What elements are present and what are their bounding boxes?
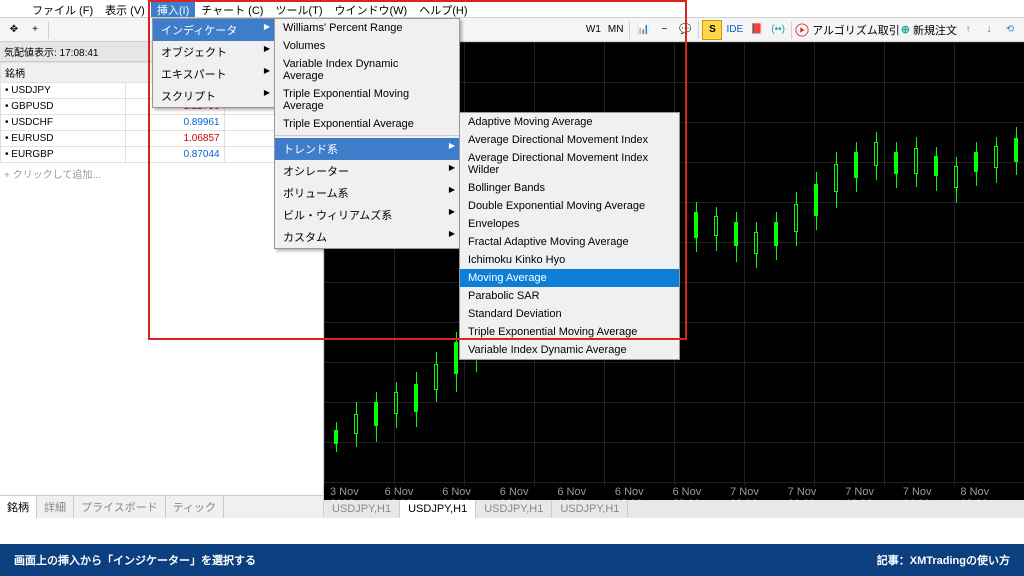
menu-item[interactable]: Standard Deviation bbox=[460, 305, 679, 323]
indicators-submenu[interactable]: Williams' Percent RangeVolumesVariable I… bbox=[274, 18, 460, 249]
menu-item[interactable]: スクリプト bbox=[153, 85, 274, 107]
menu-item[interactable]: Ichimoku Kinko Hyo bbox=[460, 251, 679, 269]
menu-item[interactable]: Triple Exponential Moving Average bbox=[275, 85, 459, 115]
menu-item[interactable]: Moving Average bbox=[460, 269, 679, 287]
menu-item[interactable]: チャート (C) bbox=[195, 0, 269, 17]
insert-menu[interactable]: インディケータオブジェクトエキスパートスクリプト bbox=[152, 18, 275, 108]
ide-button[interactable]: IDE bbox=[723, 24, 746, 35]
x-label: 7 Nov 06:00 bbox=[788, 486, 846, 500]
left-tab[interactable]: 銘柄 bbox=[0, 496, 37, 518]
menu-item[interactable]: Parabolic SAR bbox=[460, 287, 679, 305]
x-label: 6 Nov 10:00 bbox=[500, 486, 558, 500]
footer-right: 記事：XMTradingの使い方 bbox=[877, 552, 1010, 568]
play-icon bbox=[795, 23, 809, 37]
menu-item[interactable]: ヘルプ(H) bbox=[413, 0, 473, 17]
trend-submenu[interactable]: Adaptive Moving AverageAverage Direction… bbox=[459, 112, 680, 360]
menu-item[interactable]: エキスパート bbox=[153, 63, 274, 85]
plus-icon: ⊕ bbox=[901, 23, 910, 36]
menu-item[interactable]: Average Directional Movement Index bbox=[460, 131, 679, 149]
x-label: 6 Nov 18:00 bbox=[615, 486, 673, 500]
auto-icon[interactable]: ⟲ bbox=[1000, 20, 1020, 40]
x-label: 6 Nov 14:00 bbox=[557, 486, 615, 500]
cursor-icon[interactable]: ✥ bbox=[4, 20, 24, 40]
s-button[interactable]: S bbox=[702, 20, 722, 40]
signal-icon[interactable]: (••) bbox=[768, 20, 788, 40]
menu-item[interactable]: Williams' Percent Range bbox=[275, 19, 459, 37]
menu-item[interactable]: カスタム bbox=[275, 226, 459, 248]
menu-item[interactable]: インディケータ bbox=[153, 19, 274, 41]
footer-banner: 画面上の挿入から「インジケーター」を選択する 記事：XMTradingの使い方 bbox=[0, 544, 1024, 576]
menu-item[interactable]: Triple Exponential Moving Average bbox=[460, 323, 679, 341]
menubar[interactable]: ファイル (F)表示 (V)挿入(I)チャート (C)ツール(T)ウインドウ(W… bbox=[0, 0, 1024, 18]
down-icon[interactable]: ↓ bbox=[979, 20, 999, 40]
menu-item[interactable]: Double Exponential Moving Average bbox=[460, 197, 679, 215]
chart-tab[interactable]: USDJPY,H1 bbox=[476, 500, 552, 518]
menu-item[interactable]: 挿入(I) bbox=[151, 0, 195, 17]
chart-style-icon[interactable]: 📊 bbox=[633, 20, 653, 40]
menu-item[interactable]: Variable Index Dynamic Average bbox=[275, 55, 459, 85]
menu-item[interactable]: オシレーター bbox=[275, 160, 459, 182]
menu-item[interactable]: Bollinger Bands bbox=[460, 179, 679, 197]
x-label: 3 Nov 2023 bbox=[330, 486, 385, 500]
separator bbox=[791, 21, 792, 39]
x-label: 6 Nov 06:00 bbox=[442, 486, 500, 500]
chat-icon[interactable]: 💬 bbox=[675, 20, 695, 40]
separator bbox=[48, 21, 49, 39]
left-tab[interactable]: プライスボード bbox=[74, 496, 166, 518]
tf-w1[interactable]: W1 bbox=[583, 24, 604, 35]
x-axis: 3 Nov 20236 Nov 02:006 Nov 06:006 Nov 10… bbox=[324, 486, 1024, 500]
chart-tab[interactable]: USDJPY,H1 bbox=[400, 500, 476, 518]
crosshair-icon[interactable]: + bbox=[25, 20, 45, 40]
left-tab[interactable]: ティック bbox=[166, 496, 224, 518]
x-label: 7 Nov 10:00 bbox=[845, 486, 903, 500]
x-label: 6 Nov 22:00 bbox=[673, 486, 731, 500]
zoom-out-icon[interactable]: − bbox=[654, 20, 674, 40]
menu-item[interactable]: Fractal Adaptive Moving Average bbox=[460, 233, 679, 251]
menu-item[interactable]: ボリューム系 bbox=[275, 182, 459, 204]
menu-item[interactable]: 表示 (V) bbox=[99, 0, 151, 17]
x-label: 7 Nov 02:00 bbox=[730, 486, 788, 500]
chart-tab[interactable]: USDJPY,H1 bbox=[552, 500, 628, 518]
menu-item[interactable]: Average Directional Movement Index Wilde… bbox=[460, 149, 679, 179]
menu-separator bbox=[275, 135, 459, 136]
menu-item[interactable]: Volumes bbox=[275, 37, 459, 55]
chart-tab[interactable]: USDJPY,H1 bbox=[324, 500, 400, 518]
chart-tabs[interactable]: USDJPY,H1USDJPY,H1USDJPY,H1USDJPY,H1 bbox=[324, 500, 1024, 518]
x-label: 6 Nov 02:00 bbox=[385, 486, 443, 500]
algo-trading-button[interactable]: アルゴリズム取引 bbox=[795, 22, 900, 38]
tf-mn[interactable]: MN bbox=[605, 24, 627, 35]
separator bbox=[698, 21, 699, 39]
menu-item[interactable]: Adaptive Moving Average bbox=[460, 113, 679, 131]
left-tabs[interactable]: 銘柄詳細プライスボードティック bbox=[0, 495, 323, 518]
x-label: 8 Nov 02:00 bbox=[960, 486, 1018, 500]
separator bbox=[629, 21, 630, 39]
book-icon[interactable]: 📕 bbox=[747, 20, 767, 40]
menu-item[interactable]: ウインドウ(W) bbox=[329, 0, 414, 17]
menu-item[interactable]: Variable Index Dynamic Average bbox=[460, 341, 679, 359]
menu-item[interactable]: ツール(T) bbox=[269, 0, 328, 17]
menu-item[interactable]: Triple Exponential Average bbox=[275, 115, 459, 133]
new-order-button[interactable]: ⊕ 新規注文 bbox=[901, 22, 957, 38]
menu-item[interactable]: ビル・ウィリアムズ系 bbox=[275, 204, 459, 226]
menu-item[interactable]: トレンド系 bbox=[275, 138, 459, 160]
x-label: 7 Nov 14:00 bbox=[903, 486, 961, 500]
menu-item[interactable]: ファイル (F) bbox=[26, 0, 99, 17]
up-icon[interactable]: ↑ bbox=[958, 20, 978, 40]
menu-item[interactable]: オブジェクト bbox=[153, 41, 274, 63]
menu-item[interactable]: Envelopes bbox=[460, 215, 679, 233]
left-tab[interactable]: 詳細 bbox=[37, 496, 74, 518]
menu-spacer bbox=[4, 0, 26, 17]
footer-left: 画面上の挿入から「インジケーター」を選択する bbox=[14, 552, 256, 568]
